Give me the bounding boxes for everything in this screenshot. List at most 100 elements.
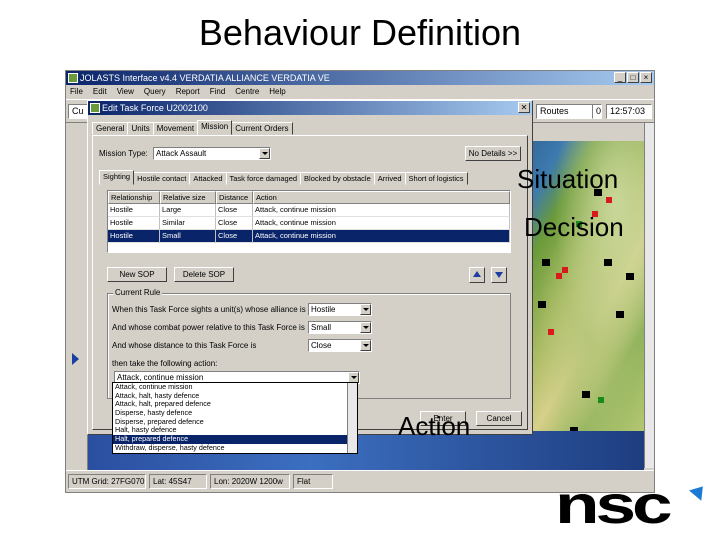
cell: Hostile [108,230,160,243]
decision-annotation: Decision [524,212,624,242]
toolbar-left-field[interactable]: Cu [68,104,88,119]
arrow-up-icon [473,271,481,277]
menu-edit[interactable]: Edit [93,85,107,98]
zero-field[interactable]: 0 [592,104,602,119]
subtab-short-of-logistics[interactable]: Short of logistics [404,172,468,185]
new-sop-button[interactable]: New SOP [107,267,167,282]
subtab-arrived[interactable]: Arrived [373,172,406,185]
unit-icon[interactable] [556,273,562,279]
mission-type-value: Attack Assault [156,149,207,158]
chevron-down-icon[interactable] [360,304,371,315]
tab-mission[interactable]: Mission [197,120,233,135]
no-details-button[interactable]: No Details >> [465,146,521,161]
current-rule-title: Current Rule [113,288,163,297]
cell: Similar [160,217,216,230]
slide-title: Behaviour Definition [198,12,522,53]
unit-icon[interactable] [604,259,612,266]
sop-grid[interactable]: Relationship Relative size Distance Acti… [107,190,511,253]
unit-icon[interactable] [616,311,624,318]
rule-alliance-label: When this Task Force sights a unit(s) wh… [112,305,306,314]
event-subtabs: Sighting Hostile contact Attacked Task f… [99,170,468,185]
subtab-task-force-damaged[interactable]: Task force damaged [225,172,302,185]
expand-arrow-icon[interactable] [72,353,79,365]
chevron-down-icon[interactable] [259,148,270,159]
menu-query[interactable]: Query [144,85,166,98]
dialog-titlebar: Edit Task Force U2002100 ✕ [88,101,532,115]
menu-find[interactable]: Find [210,85,226,98]
move-up-button[interactable] [469,267,485,283]
minimize-button[interactable]: _ [614,72,626,83]
alliance-value: Hostile [311,305,336,314]
alliance-select[interactable]: Hostile [308,303,372,316]
maximize-button[interactable]: □ [627,72,639,83]
dialog-title: Edit Task Force U2002100 [102,103,208,113]
unit-icon[interactable] [598,397,604,403]
unit-icon[interactable] [606,197,612,203]
menubar: File Edit View Query Report Find Centre … [66,85,654,98]
menu-centre[interactable]: Centre [235,85,259,98]
action-value: Attack, continue mission [117,373,204,382]
cell: Attack, continue mission [253,230,510,243]
unit-icon[interactable] [582,391,590,398]
column-header[interactable]: Distance [216,191,253,204]
unit-icon[interactable] [538,301,546,308]
dropdown-scrollbar[interactable] [347,383,357,453]
dialog-icon [90,103,100,113]
status-utm: UTM Grid: 27FG070906 [68,474,146,489]
column-header[interactable]: Action [253,191,510,204]
menu-report[interactable]: Report [176,85,200,98]
subtab-hostile-contact[interactable]: Hostile contact [133,172,191,185]
situation-annotation: Situation [517,164,619,194]
table-row-selected[interactable]: Hostile Small Close Attack, continue mis… [108,230,510,243]
map-scrollbar[interactable] [644,123,654,468]
distance-select[interactable]: Close [308,339,372,352]
table-row[interactable]: Hostile Similar Close Attack, continue m… [108,217,510,230]
action-label: then take the following action: [112,359,218,368]
list-item[interactable]: Withdraw, disperse, hasty defence [113,443,357,453]
unit-icon[interactable] [548,329,554,335]
cell: Attack, continue mission [253,217,510,230]
unit-icon[interactable] [542,259,550,266]
logo-text: nsc [555,475,673,535]
grid-header: Relationship Relative size Distance Acti… [108,191,510,204]
menu-file[interactable]: File [70,85,83,98]
nsc-logo: nsc [555,475,715,535]
move-down-button[interactable] [491,267,507,283]
dialog-close-button[interactable]: ✕ [518,102,530,113]
status-terrain: Flat [293,474,333,489]
menu-help[interactable]: Help [269,85,285,98]
menu-view[interactable]: View [117,85,134,98]
chevron-down-icon[interactable] [360,340,371,351]
power-select[interactable]: Small [308,321,372,334]
column-header[interactable]: Relative size [160,191,216,204]
app-titlebar: JOLASTS Interface v4.4 VERDATIA ALLIANCE… [66,71,654,85]
action-dropdown-list[interactable]: Attack, continue mission Attack, halt, h… [112,382,358,454]
mission-type-select[interactable]: Attack Assault [153,147,271,160]
mission-type-label: Mission Type: [99,149,148,158]
left-panel [66,123,88,470]
power-value: Small [311,323,332,332]
dialog-tabs: General Units Movement Mission Current O… [92,120,293,135]
cell: Large [160,204,216,217]
column-header[interactable]: Relationship [108,191,160,204]
table-row[interactable]: Hostile Large Close Attack, continue mis… [108,204,510,217]
routes-field[interactable]: Routes [536,104,596,119]
cell: Close [216,230,253,243]
tab-movement[interactable]: Movement [152,122,199,135]
rule-distance-label: And whose distance to this Task Force is [112,341,257,350]
status-lat: Lat: 45S47 [149,474,207,489]
tab-units[interactable]: Units [127,122,154,135]
unit-icon[interactable] [626,273,634,280]
cancel-button[interactable]: Cancel [476,411,522,426]
close-button[interactable]: × [640,72,652,83]
tab-general[interactable]: General [92,122,129,135]
subtab-sighting[interactable]: Sighting [99,170,135,185]
cell: Close [216,217,253,230]
chevron-down-icon[interactable] [360,322,371,333]
unit-icon[interactable] [562,267,568,273]
subtab-blocked-by-obstacle[interactable]: Blocked by obstacle [300,172,375,185]
delete-sop-button[interactable]: Delete SOP [174,267,234,282]
subtab-attacked[interactable]: Attacked [189,172,227,185]
tab-current-orders[interactable]: Current Orders [231,122,293,135]
logo-triangle-icon [689,481,709,501]
